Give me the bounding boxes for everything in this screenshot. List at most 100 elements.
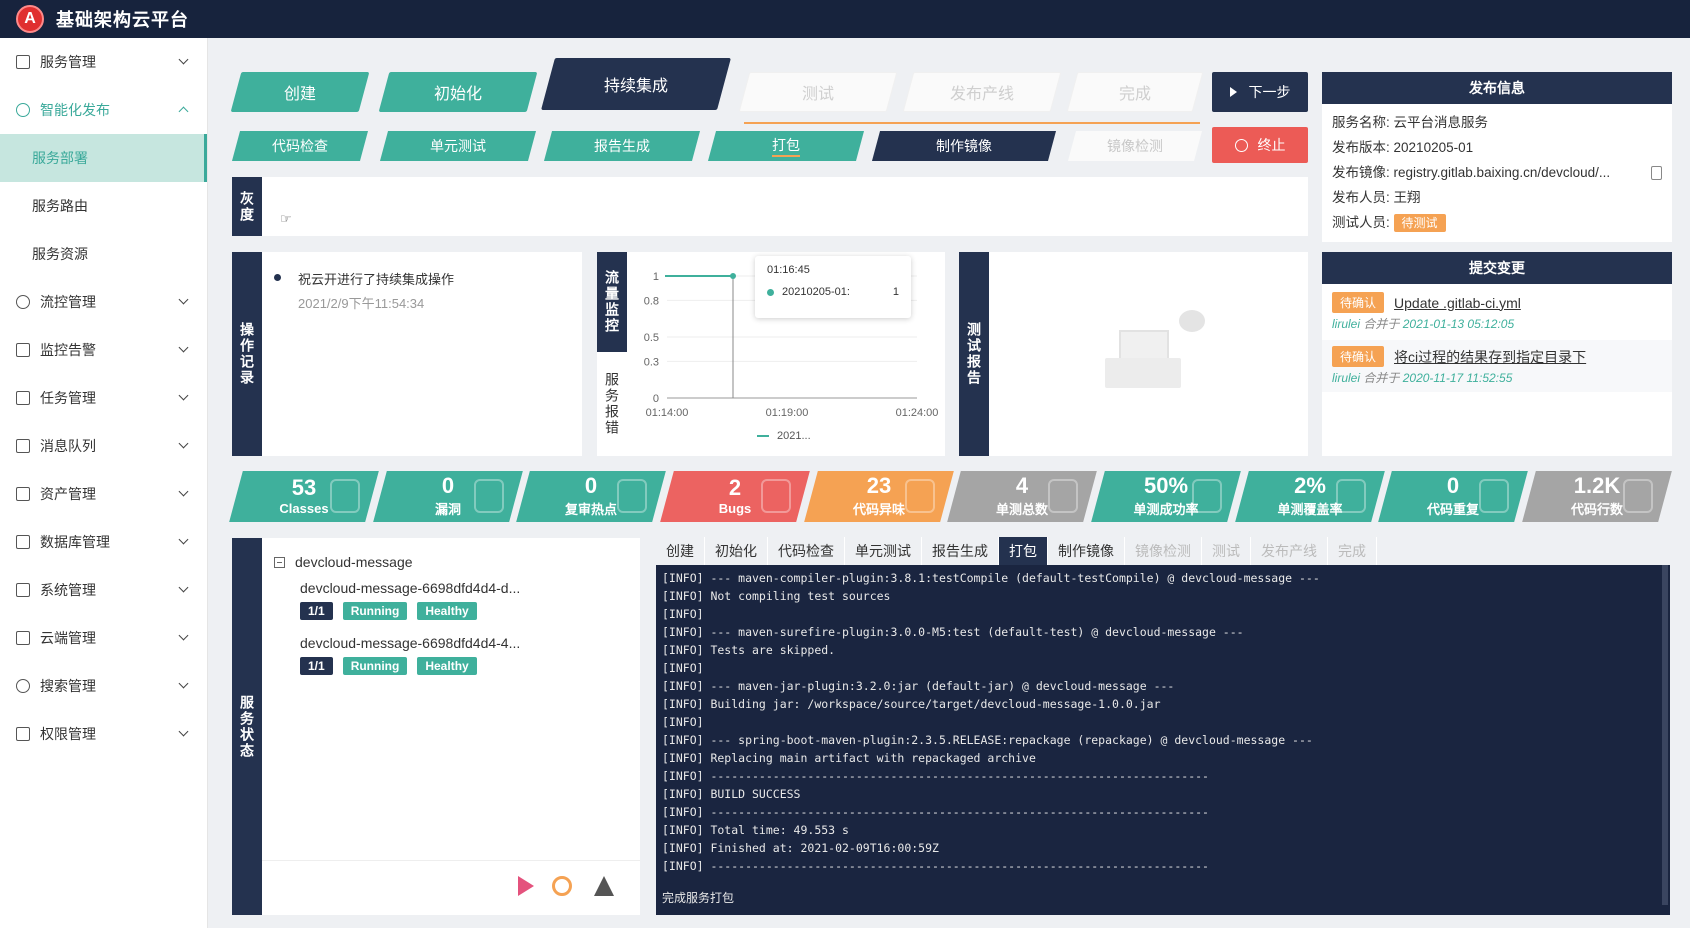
sidebar-item-label: 搜索管理: [40, 678, 96, 694]
metric-card[interactable]: 2% 单测覆盖率: [1235, 471, 1385, 522]
metric-watermark-icon: [330, 479, 360, 513]
release-row-publisher: 发布人员: 王翔: [1332, 185, 1662, 210]
chevron-down-icon: [178, 486, 189, 497]
change-title-link[interactable]: Update .gitlab-ci.yml: [1394, 295, 1521, 311]
metric-card[interactable]: 53 Classes: [229, 471, 379, 522]
error-label[interactable]: 服务报错: [597, 352, 627, 456]
step-test[interactable]: 测试: [738, 72, 898, 112]
metric-value: 0: [584, 473, 598, 498]
substep-image-scan[interactable]: 镜像检测: [1067, 131, 1203, 161]
metric-value: 2: [728, 475, 742, 500]
log-scrollbar[interactable]: [1662, 565, 1668, 905]
step-release[interactable]: 发布产线: [902, 72, 1062, 112]
stop-button[interactable]: 终止: [1212, 127, 1308, 163]
step-label: 测试: [801, 86, 834, 103]
service-status-panel: devcloud-message devcloud-message-6698df…: [262, 538, 640, 915]
substep-build-image[interactable]: 制作镜像: [871, 131, 1057, 161]
log-line: [INFO] Replacing main artifact with repa…: [662, 751, 1036, 765]
service-tree-root[interactable]: devcloud-message: [274, 554, 413, 570]
sidebar-subitem-route[interactable]: 服务路由: [0, 182, 207, 230]
sidebar-item-assets[interactable]: 资产管理: [0, 470, 207, 518]
chart-tooltip: 01:16:45 20210205-01: 1: [755, 256, 911, 318]
flow-icon: [16, 295, 30, 309]
release-key: 发布人员:: [1332, 190, 1390, 205]
sidebar-item-system[interactable]: 系统管理: [0, 566, 207, 614]
tooltip-value: 1: [892, 286, 899, 298]
timeline-dot: [274, 274, 281, 281]
sidebar-item-cloud[interactable]: 云端管理: [0, 614, 207, 662]
log-footer: 完成服务打包: [662, 891, 735, 905]
log-tab[interactable]: 单元测试: [845, 537, 922, 565]
log-line: [INFO] --- maven-compiler-plugin:3.8.1:t…: [662, 571, 1320, 585]
y-tick-label: 0: [653, 393, 659, 405]
metric-value: 1.2K: [1573, 473, 1621, 498]
progress-line: [744, 122, 1200, 124]
release-row-version: 发布版本: 20210205-01: [1332, 135, 1662, 160]
metric-card[interactable]: 50% 单测成功率: [1091, 471, 1241, 522]
log-line: [INFO] BUILD SUCCESS: [662, 787, 801, 801]
log-line: [INFO] ---------------------------------…: [662, 859, 1209, 873]
pod-item[interactable]: devcloud-message-6698dfd4d4-4... 1/1 Run…: [300, 635, 520, 675]
record-panel: 祝云开进行了持续集成操作 2021/2/9下午11:54:34: [262, 252, 582, 456]
log-tab[interactable]: 打包: [999, 537, 1048, 565]
prometheus-icon[interactable]: [594, 876, 614, 896]
sidebar-item-permission[interactable]: 权限管理: [0, 710, 207, 758]
log-tab[interactable]: 代码检查: [768, 537, 845, 565]
log-line: [INFO]: [662, 715, 704, 729]
sidebar-item-smart-release[interactable]: 智能化发布: [0, 86, 207, 134]
x-tick-label: 01:14:00: [646, 407, 689, 419]
log-tab[interactable]: 测试: [1202, 537, 1251, 565]
metric-card[interactable]: 0 复审热点: [516, 471, 666, 522]
metric-card[interactable]: 0 漏洞: [373, 471, 523, 522]
database-icon: [16, 535, 30, 549]
changes-head: 提交变更: [1322, 252, 1672, 284]
log-tab[interactable]: 镜像检测: [1125, 537, 1202, 565]
substep-code-check[interactable]: 代码检查: [231, 131, 369, 161]
sidebar-subitem-deploy[interactable]: 服务部署: [0, 134, 207, 182]
metric-watermark-icon: [1336, 479, 1366, 513]
sidebar-subitem-resource[interactable]: 服务资源: [0, 230, 207, 278]
sidebar-item-flow-control[interactable]: 流控管理: [0, 278, 207, 326]
pod-item[interactable]: devcloud-message-6698dfd4d4-d... 1/1 Run…: [300, 580, 520, 620]
rocket-icon: [16, 103, 30, 117]
copy-icon[interactable]: [1651, 166, 1662, 180]
sidebar-item-mq[interactable]: 消息队列: [0, 422, 207, 470]
substep-package[interactable]: 打包: [707, 131, 865, 161]
metric-watermark-icon: [905, 479, 935, 513]
kibana-icon[interactable]: [518, 876, 534, 896]
log-tab[interactable]: 发布产线: [1251, 537, 1328, 565]
y-tick-label: 1: [653, 271, 659, 283]
metric-label: 单测成功率: [1133, 502, 1199, 517]
log-tab[interactable]: 报告生成: [922, 537, 999, 565]
substep-report[interactable]: 报告生成: [543, 131, 701, 161]
sidebar-item-search[interactable]: 搜索管理: [0, 662, 207, 710]
metric-card[interactable]: 1.2K 代码行数: [1522, 471, 1672, 522]
sidebar-item-tasks[interactable]: 任务管理: [0, 374, 207, 422]
next-step-button[interactable]: 下一步: [1212, 72, 1308, 112]
metric-card[interactable]: 23 代码异味: [804, 471, 954, 522]
grafana-icon[interactable]: [552, 876, 572, 896]
log-tab[interactable]: 完成: [1328, 537, 1377, 565]
pod-status-badge: Running: [342, 602, 408, 620]
change-title-link[interactable]: 将ci过程的结果存到指定目录下: [1394, 347, 1586, 367]
step-init[interactable]: 初始化: [378, 72, 538, 112]
log-tab[interactable]: 创建: [656, 537, 705, 565]
metric-card[interactable]: 0 代码重复: [1378, 471, 1528, 522]
sidebar-item-monitor[interactable]: 监控告警: [0, 326, 207, 374]
chevron-down-icon: [178, 534, 189, 545]
log-tab[interactable]: 制作镜像: [1048, 537, 1125, 565]
sidebar-item-database[interactable]: 数据库管理: [0, 518, 207, 566]
step-ci[interactable]: 持续集成: [541, 58, 731, 110]
sidebar-item-service-mgmt[interactable]: 服务管理: [0, 38, 207, 86]
substep-unit-test[interactable]: 单元测试: [379, 131, 537, 161]
step-create[interactable]: 创建: [230, 72, 370, 112]
collapse-icon[interactable]: [274, 556, 285, 568]
flow-label[interactable]: 流量监控: [597, 252, 627, 352]
metric-value: 53: [291, 475, 317, 500]
mail-icon: [16, 439, 30, 453]
log-tab[interactable]: 初始化: [705, 537, 768, 565]
metric-card[interactable]: 2 Bugs: [660, 471, 810, 522]
metric-watermark-icon: [1623, 479, 1653, 513]
step-done[interactable]: 完成: [1066, 72, 1204, 112]
metric-card[interactable]: 4 单测总数: [947, 471, 1097, 522]
